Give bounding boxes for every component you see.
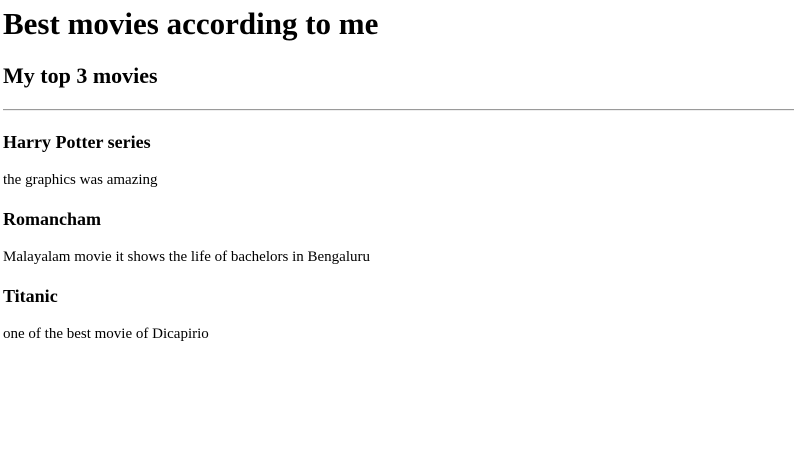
- movie-title: Titanic: [3, 286, 58, 306]
- movie-item-romancham: Romancham Malayalam movie it shows the l…: [3, 207, 794, 284]
- movie-title: Romancham: [3, 209, 101, 229]
- movie-description: the graphics was amazing: [3, 172, 158, 188]
- movie-list: Harry Potter series the graphics was ama…: [3, 130, 794, 361]
- horizontal-divider: [3, 109, 794, 111]
- page-subtitle: My top 3 movies: [3, 63, 158, 88]
- movie-description: Malayalam movie it shows the life of bac…: [3, 249, 370, 265]
- page-title: Best movies according to me: [3, 6, 379, 41]
- movie-title: Harry Potter series: [3, 132, 151, 152]
- movie-item-harry-potter: Harry Potter series the graphics was ama…: [3, 130, 794, 207]
- movie-description: one of the best movie of Dicapirio: [3, 326, 209, 342]
- movie-item-titanic: Titanic one of the best movie of Dicapir…: [3, 284, 794, 361]
